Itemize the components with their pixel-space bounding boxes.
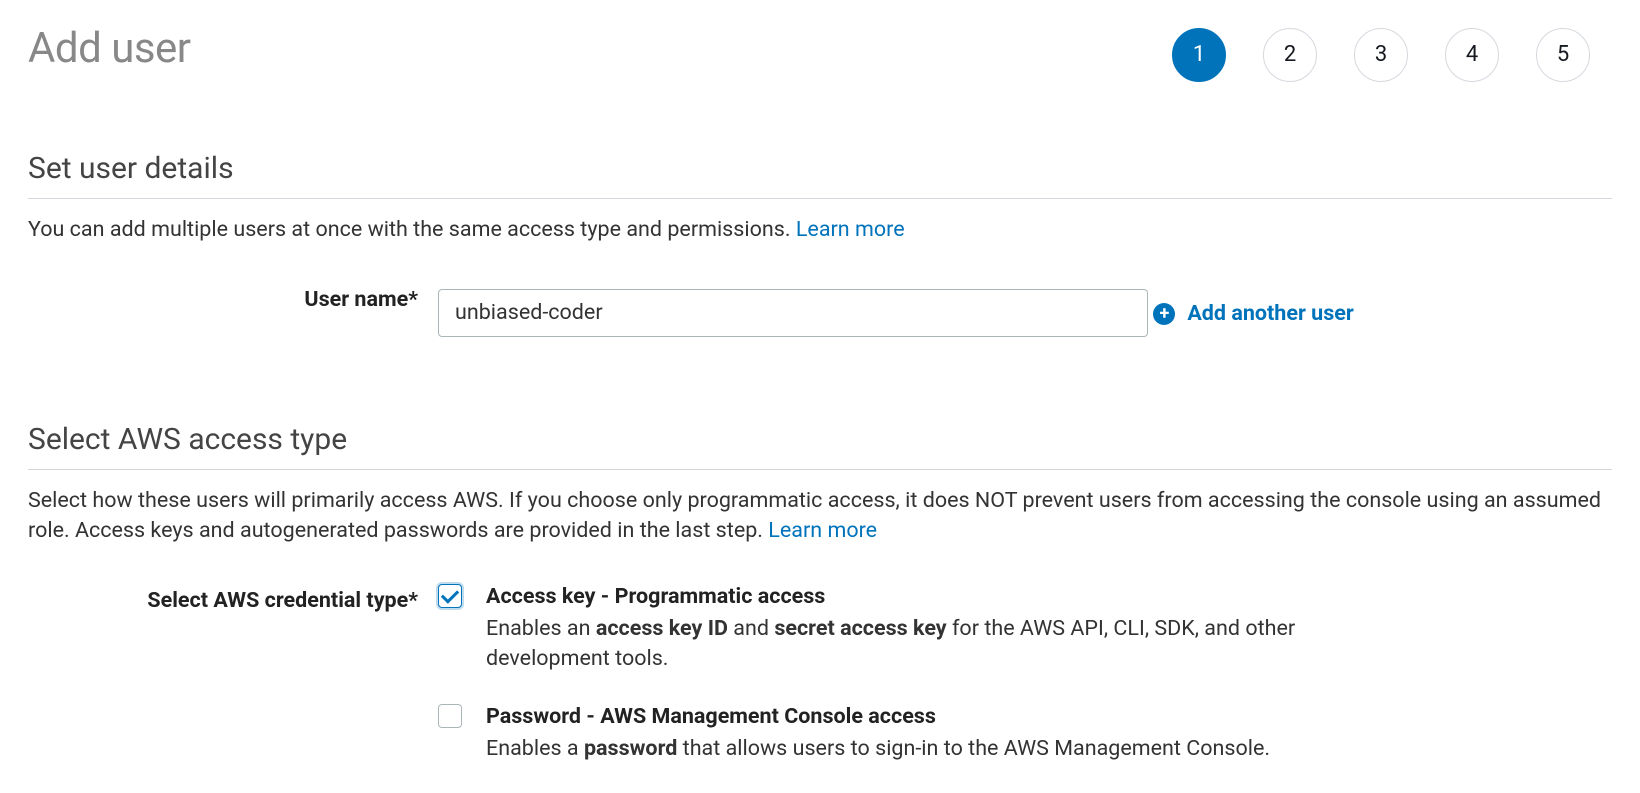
section-access-type-desc: Select how these users will primarily ac… bbox=[28, 486, 1612, 546]
username-input[interactable] bbox=[438, 289, 1148, 337]
step-1[interactable]: 1 bbox=[1172, 28, 1226, 82]
credential-option-desc: Enables a password that allows users to … bbox=[486, 734, 1406, 764]
credential-type-row: Select AWS credential type* Access key -… bbox=[28, 578, 1612, 764]
section-access-type: Select AWS access type Select how these … bbox=[28, 419, 1612, 765]
section-access-type-title: Select AWS access type bbox=[28, 419, 1612, 470]
credential-checkbox-0[interactable] bbox=[438, 584, 462, 608]
page-title: Add user bbox=[28, 20, 191, 79]
header-row: Add user 12345 bbox=[28, 20, 1612, 82]
wizard-stepper: 12345 bbox=[1172, 20, 1612, 82]
credential-option-body: Access key - Programmatic accessEnables … bbox=[486, 582, 1406, 674]
step-2[interactable]: 2 bbox=[1263, 28, 1317, 82]
step-3[interactable]: 3 bbox=[1354, 28, 1408, 82]
step-5[interactable]: 5 bbox=[1536, 28, 1590, 82]
username-label: User name* bbox=[28, 277, 438, 337]
plus-circle-icon: + bbox=[1153, 303, 1175, 325]
credential-type-label: Select AWS credential type* bbox=[28, 578, 438, 764]
credential-options: Access key - Programmatic accessEnables … bbox=[438, 578, 1612, 764]
credential-option-desc: Enables an access key ID and secret acce… bbox=[486, 614, 1406, 674]
checkbox-cell bbox=[438, 582, 486, 674]
add-another-user-label: Add another user bbox=[1187, 299, 1353, 329]
credential-option-title: Access key - Programmatic access bbox=[486, 582, 1406, 612]
credential-checkbox-1[interactable] bbox=[438, 704, 462, 728]
username-row: User name* + Add another user bbox=[28, 277, 1612, 337]
credential-option-1: Password - AWS Management Console access… bbox=[438, 702, 1612, 764]
learn-more-link-user-details[interactable]: Learn more bbox=[796, 217, 905, 242]
credential-option-body: Password - AWS Management Console access… bbox=[486, 702, 1406, 764]
step-4[interactable]: 4 bbox=[1445, 28, 1499, 82]
learn-more-link-access-type[interactable]: Learn more bbox=[768, 518, 877, 543]
section-user-details-desc: You can add multiple users at once with … bbox=[28, 215, 1612, 245]
checkbox-cell bbox=[438, 702, 486, 764]
credential-option-title: Password - AWS Management Console access bbox=[486, 702, 1406, 732]
section-user-details-title: Set user details bbox=[28, 148, 1612, 199]
section-user-details-desc-text: You can add multiple users at once with … bbox=[28, 217, 796, 242]
credential-option-0: Access key - Programmatic accessEnables … bbox=[438, 582, 1612, 674]
add-another-user-button[interactable]: + Add another user bbox=[1153, 299, 1353, 329]
section-user-details: Set user details You can add multiple us… bbox=[28, 148, 1612, 337]
username-field-wrap: + Add another user bbox=[438, 277, 1612, 337]
